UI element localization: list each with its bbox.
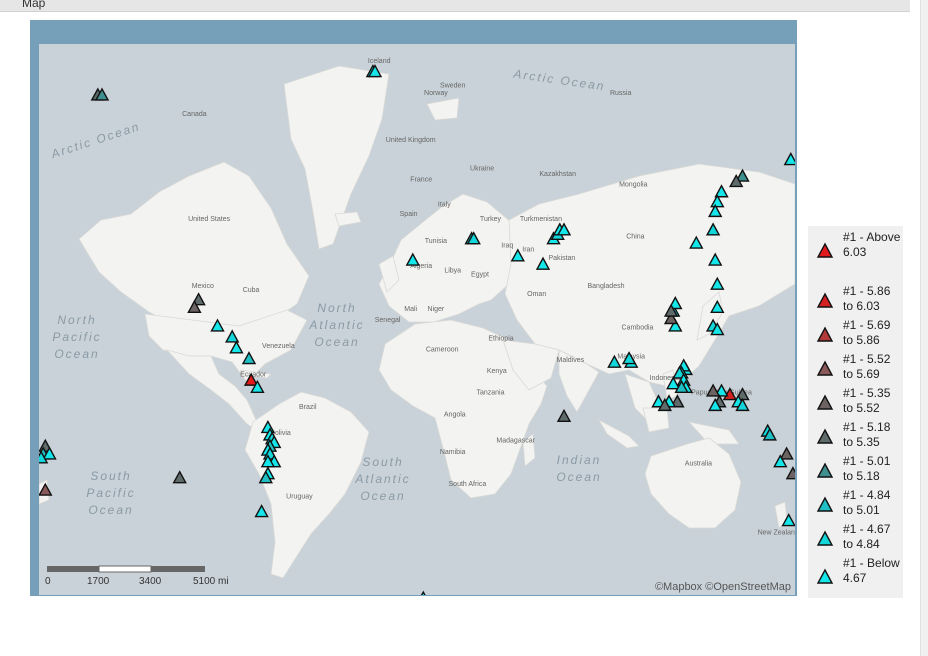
map-view[interactable]: Arctic Ocean Arctic Ocean North Pacific Ocea…: [39, 44, 795, 595]
scale-tick-2: 3400: [139, 576, 162, 587]
scale-tick-3: 5100 mi: [193, 576, 229, 587]
ocean-label-north-atlantic: North Atlantic Ocean: [308, 301, 364, 349]
place-label: Libya: [444, 267, 461, 274]
legend-label: #1 - 5.86 to 6.03: [843, 284, 891, 313]
place-label: Canada: [182, 111, 207, 118]
ocean-label-north-pacific: North Pacific Ocean: [52, 313, 101, 361]
legend-label: #1 - 5.35 to 5.52: [843, 386, 891, 415]
place-label: Mali: [404, 306, 417, 313]
triangle-icon: [816, 428, 834, 444]
legend-swatch: [816, 568, 834, 584]
window-header: Map: [0, 0, 910, 12]
ocean-label-south-atlantic: South Atlantic Ocean: [354, 455, 410, 503]
place-label: Oman: [527, 291, 546, 298]
place-label: Turkey: [480, 216, 502, 223]
place-label: Ukraine: [470, 166, 494, 173]
legend-label: #1 - 5.01 to 5.18: [843, 454, 891, 483]
legend: #1 - Above 6.03 #1 - 5.86 to 6.03 #1 - 5.6…: [808, 226, 903, 598]
legend-label: #1 - 4.67 to 4.84: [843, 522, 891, 551]
place-label: Bangladesh: [588, 283, 625, 290]
triangle-icon: [816, 462, 834, 478]
place-label: Pakistan: [548, 255, 575, 262]
legend-label: #1 - 5.69 to 5.86: [843, 318, 891, 347]
map-canvas[interactable]: Arctic OceanArctic OceanNorth Pacific Ocea…: [39, 44, 795, 595]
ocean-label-south-pacific: South Pacific Ocean: [86, 469, 135, 517]
triangle-icon: [816, 530, 834, 546]
place-label: Tunisia: [425, 238, 447, 245]
triangle-icon: [816, 292, 834, 308]
triangle-icon: [816, 242, 834, 258]
place-label: Maldives: [556, 357, 584, 364]
place-label: Egypt: [471, 271, 489, 278]
legend-swatch: [816, 326, 834, 342]
legend-label: #1 - Below 4.67: [843, 556, 900, 585]
place-label: Cambodia: [622, 325, 654, 332]
place-label: United Kingdom: [386, 137, 436, 144]
vertical-scrollbar[interactable]: [920, 0, 928, 656]
triangle-icon: [816, 496, 834, 512]
legend-swatch: [816, 242, 834, 258]
place-label: Spain: [400, 211, 418, 218]
place-label: Niger: [428, 306, 445, 313]
place-label: New Zealand: [758, 530, 795, 537]
legend-label: #1 - 5.18 to 5.35: [843, 420, 891, 449]
legend-label: #1 - 4.84 to 5.01: [843, 488, 891, 517]
triangle-icon: [816, 360, 834, 376]
place-label: Iceland: [368, 58, 391, 65]
scale-tick-1: 1700: [87, 576, 110, 587]
scale-segment-3: [151, 566, 205, 572]
place-label: United States: [188, 216, 231, 223]
place-label: China: [626, 234, 644, 241]
scale-tick-0: 0: [45, 576, 51, 587]
place-label: Australia: [685, 461, 712, 468]
triangle-icon: [816, 326, 834, 342]
triangle-icon: [816, 394, 834, 410]
page-title: Map: [22, 0, 46, 10]
place-label: Tanzania: [476, 390, 504, 397]
legend-label: #1 - Above 6.03: [843, 230, 901, 259]
place-label: France: [410, 176, 432, 183]
place-label: Cameroon: [426, 346, 459, 353]
place-label: Uruguay: [286, 494, 313, 501]
place-label: Mongolia: [619, 182, 648, 189]
place-label: Brazil: [299, 404, 317, 411]
legend-swatch: [816, 360, 834, 376]
scale-segment-2: [98, 565, 152, 573]
map-attribution[interactable]: ©Mapbox ©OpenStreetMap: [655, 581, 791, 593]
place-label: Cuba: [243, 287, 260, 294]
place-label: Senegal: [375, 317, 401, 324]
scale-segment-1: [47, 566, 99, 572]
place-label: Norway: [424, 90, 448, 97]
place-label: Mexico: [192, 283, 214, 290]
place-label: Turkmenistan: [520, 216, 562, 223]
place-label: Ethiopia: [488, 336, 513, 343]
place-label: Venezuela: [262, 343, 295, 350]
place-label: South Africa: [449, 481, 487, 488]
place-label: Madagascar: [496, 437, 535, 444]
place-label: Angola: [444, 411, 466, 418]
legend-swatch: [816, 394, 834, 410]
place-label: Iran: [522, 247, 534, 254]
place-label: Italy: [438, 202, 451, 209]
legend-swatch: [816, 496, 834, 512]
place-label: Iraq: [501, 242, 513, 249]
legend-swatch: [816, 292, 834, 308]
place-label: Kenya: [487, 368, 507, 375]
place-label: Sweden: [440, 82, 465, 89]
legend-swatch: [816, 428, 834, 444]
legend-swatch: [816, 462, 834, 478]
legend-label: #1 - 5.52 to 5.69: [843, 352, 891, 381]
triangle-icon: [816, 568, 834, 584]
place-label: Kazakhstan: [539, 171, 576, 178]
place-label: Russia: [610, 90, 632, 97]
legend-swatch: [816, 530, 834, 546]
place-label: Namibia: [440, 449, 466, 456]
